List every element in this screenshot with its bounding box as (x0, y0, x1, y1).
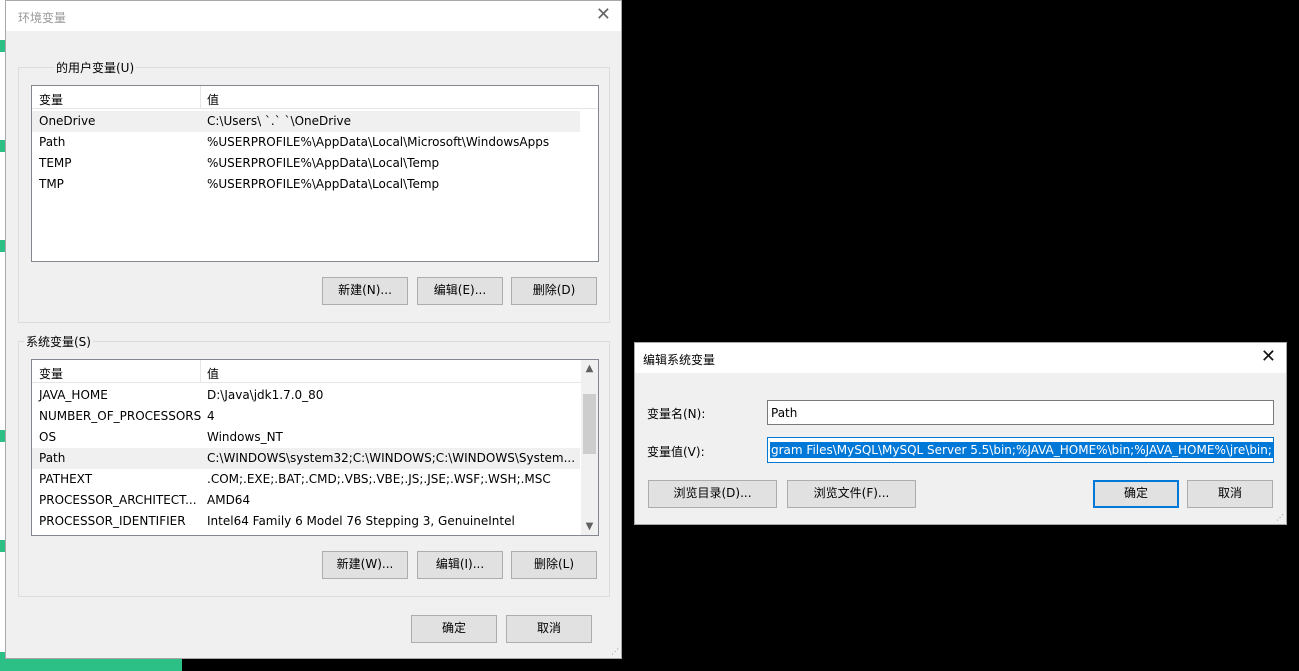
variable-value-text: gram Files\MySQL\MySQL Server 5.5\bin;%J… (770, 442, 1273, 458)
variable-value: C:\WINDOWS\system32;C:\WINDOWS;C:\WINDOW… (207, 451, 576, 465)
user-variables-label: 的用户变量(U) (54, 59, 137, 76)
list-header: 变量 值 (32, 360, 581, 383)
table-row[interactable]: NUMBER_OF_PROCESSORS 4 (32, 406, 580, 427)
variable-value: D:\Java\jdk1.7.0_80 (207, 388, 324, 402)
table-row[interactable]: PATHEXT .COM;.EXE;.BAT;.CMD;.VBS;.VBE;.J… (32, 469, 580, 490)
column-divider[interactable] (200, 360, 201, 382)
table-row[interactable]: PROCESSOR_ARCHITECT... AMD64 (32, 490, 580, 511)
variable-value-label: 变量值(V): (647, 445, 705, 459)
close-icon[interactable]: ✕ (596, 6, 611, 24)
scrollbar-thumb[interactable] (583, 394, 596, 454)
variable-name: OS (39, 430, 57, 444)
variable-name: Path (39, 451, 66, 465)
variable-value: .COM;.EXE;.BAT;.CMD;.VBS;.VBE;.JS;.JSE;.… (207, 472, 551, 486)
scroll-down-icon[interactable]: ▼ (581, 518, 598, 535)
variable-value: Intel64 Family 6 Model 76 Stepping 3, Ge… (207, 514, 515, 528)
close-icon[interactable]: ✕ (1261, 348, 1276, 366)
resize-grip-icon[interactable]: ⋰ (611, 647, 619, 656)
table-row[interactable]: Path %USERPROFILE%\AppData\Local\Microso… (32, 132, 580, 153)
vertical-scrollbar[interactable]: ▲ ▼ (581, 360, 598, 535)
browse-directory-button[interactable]: 浏览目录(D)... (648, 480, 777, 508)
user-variables-list[interactable]: 变量 值 OneDrive C:\Users\ `.` `\OneDrive P… (31, 85, 599, 262)
system-edit-button[interactable]: 编辑(I)... (417, 551, 503, 579)
table-row[interactable]: TMP %USERPROFILE%\AppData\Local\Temp (32, 174, 580, 195)
variable-name: PROCESSOR_IDENTIFIER (39, 514, 186, 528)
table-row[interactable]: OS Windows_NT (32, 427, 580, 448)
table-row[interactable]: OneDrive C:\Users\ `.` `\OneDrive (32, 111, 580, 132)
variable-name: TMP (39, 177, 64, 191)
column-divider[interactable] (200, 86, 201, 108)
variable-name-label: 变量名(N): (647, 407, 706, 421)
environment-variables-dialog: 环境变量 ✕ 的用户变量(U) 变量 值 OneDrive C:\Users\ … (5, 0, 622, 659)
variable-value: 4 (207, 409, 215, 423)
column-header-variable[interactable]: 变量 (39, 91, 63, 108)
table-row[interactable]: PROCESSOR_IDENTIFIER Intel64 Family 6 Mo… (32, 511, 580, 532)
system-variables-list[interactable]: 变量 值 JAVA_HOME D:\Java\jdk1.7.0_80 NUMBE… (31, 359, 599, 536)
title-bar: 编辑系统变量 ✕ (635, 343, 1286, 373)
cancel-button[interactable]: 取消 (506, 615, 592, 643)
browse-file-button[interactable]: 浏览文件(F)... (787, 480, 916, 508)
table-row[interactable]: TEMP %USERPROFILE%\AppData\Local\Temp (32, 153, 580, 174)
column-header-variable[interactable]: 变量 (39, 365, 63, 382)
variable-name: PROCESSOR_ARCHITECT... (39, 493, 197, 507)
table-row[interactable]: JAVA_HOME D:\Java\jdk1.7.0_80 (32, 385, 580, 406)
system-delete-button[interactable]: 删除(L) (511, 551, 597, 579)
resize-grip-icon[interactable]: ⋰ (1276, 513, 1284, 522)
variable-value: AMD64 (207, 493, 251, 507)
dialog-title: 环境变量 (18, 11, 67, 25)
variable-value: %USERPROFILE%\AppData\Local\Temp (207, 177, 440, 191)
variable-value: %USERPROFILE%\AppData\Local\Temp (207, 156, 440, 170)
table-row-selected[interactable]: Path C:\WINDOWS\system32;C:\WINDOWS;C:\W… (32, 448, 580, 469)
list-header: 变量 值 (32, 86, 598, 109)
edit-system-variable-dialog: 编辑系统变量 ✕ 变量名(N): Path 变量值(V): gram Files… (634, 342, 1287, 525)
dialog-title: 编辑系统变量 (643, 353, 716, 367)
system-variables-label: 系统变量(S) (24, 333, 93, 350)
cancel-button[interactable]: 取消 (1187, 480, 1273, 508)
variable-value: C:\Users\ `.` `\OneDrive (207, 114, 352, 128)
ok-button[interactable]: 确定 (1093, 480, 1179, 508)
variable-value-field[interactable]: gram Files\MySQL\MySQL Server 5.5\bin;%J… (767, 437, 1274, 463)
user-new-button[interactable]: 新建(N)... (322, 277, 408, 305)
variable-name: Path (39, 135, 66, 149)
column-header-value[interactable]: 值 (207, 365, 219, 382)
variable-name-field[interactable]: Path (767, 400, 1274, 425)
variable-name-value: Path (771, 406, 798, 420)
variable-name: NUMBER_OF_PROCESSORS (39, 409, 202, 423)
user-delete-button[interactable]: 删除(D) (511, 277, 597, 305)
user-edit-button[interactable]: 编辑(E)... (417, 277, 503, 305)
ok-button[interactable]: 确定 (411, 615, 497, 643)
title-bar: 环境变量 ✕ (6, 1, 621, 31)
variable-value: Windows_NT (207, 430, 283, 444)
variable-name: PATHEXT (39, 472, 93, 486)
variable-name: OneDrive (39, 114, 96, 128)
system-new-button[interactable]: 新建(W)... (322, 551, 408, 579)
variable-name: TEMP (39, 156, 72, 170)
scroll-up-icon[interactable]: ▲ (581, 360, 598, 377)
variable-value: %USERPROFILE%\AppData\Local\Microsoft\Wi… (207, 135, 550, 149)
variable-name: JAVA_HOME (39, 388, 108, 402)
column-header-value[interactable]: 值 (207, 91, 219, 108)
